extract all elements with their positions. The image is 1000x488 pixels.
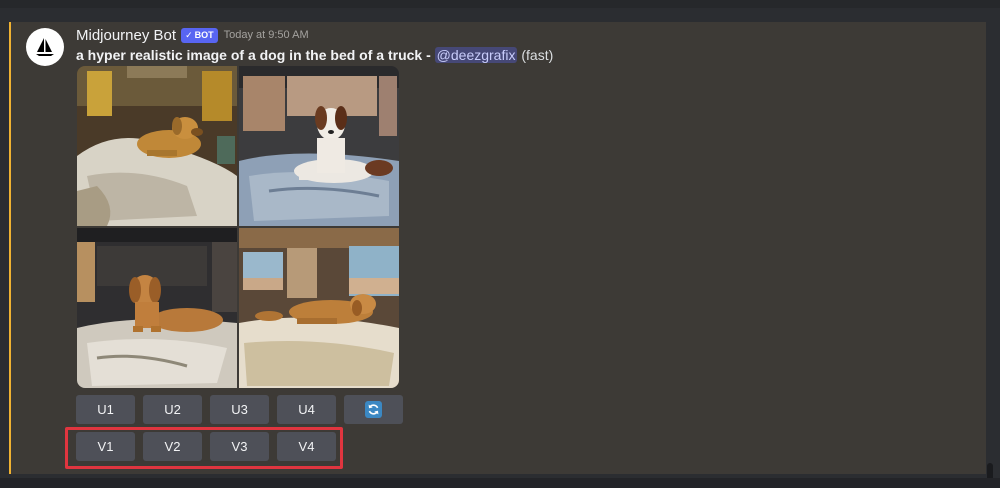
mode-label: (fast)	[521, 47, 554, 63]
author-name[interactable]: Midjourney Bot	[76, 27, 176, 44]
u3-button[interactable]: U3	[210, 395, 269, 424]
message-timestamp: Today at 9:50 AM	[223, 29, 309, 41]
bottom-bar	[0, 478, 1000, 488]
chat-area: Midjourney Bot ✓ BOT Today at 9:50 AM a …	[0, 8, 1000, 483]
u2-button[interactable]: U2	[143, 395, 202, 424]
refresh-icon	[365, 401, 382, 418]
dog-image-3[interactable]	[77, 228, 237, 388]
dog-image-4[interactable]	[239, 228, 399, 388]
user-mention[interactable]: @deezgrafix	[434, 47, 518, 63]
image-grid[interactable]	[77, 66, 399, 388]
u4-button[interactable]: U4	[277, 395, 336, 424]
message-header: Midjourney Bot ✓ BOT Today at 9:50 AM	[76, 26, 309, 44]
top-bar	[0, 0, 1000, 8]
check-icon: ✓	[185, 29, 193, 40]
sailboat-icon	[36, 38, 54, 56]
message-highlighted: Midjourney Bot ✓ BOT Today at 9:50 AM a …	[9, 22, 986, 474]
reroll-button[interactable]	[344, 395, 403, 424]
bot-badge-label: BOT	[194, 29, 214, 40]
u1-button[interactable]: U1	[76, 395, 135, 424]
bot-avatar[interactable]	[26, 28, 64, 66]
prompt-text: a hyper realistic image of a dog in the …	[76, 47, 423, 63]
dog-image-2[interactable]	[239, 66, 399, 226]
message-content: a hyper realistic image of a dog in the …	[76, 46, 553, 64]
dog-image-1[interactable]	[77, 66, 237, 226]
bot-badge: ✓ BOT	[181, 27, 218, 43]
upscale-buttons: U1 U2 U3 U4	[76, 395, 403, 425]
variation-buttons-highlight	[65, 427, 343, 469]
prompt-separator: -	[422, 47, 435, 63]
